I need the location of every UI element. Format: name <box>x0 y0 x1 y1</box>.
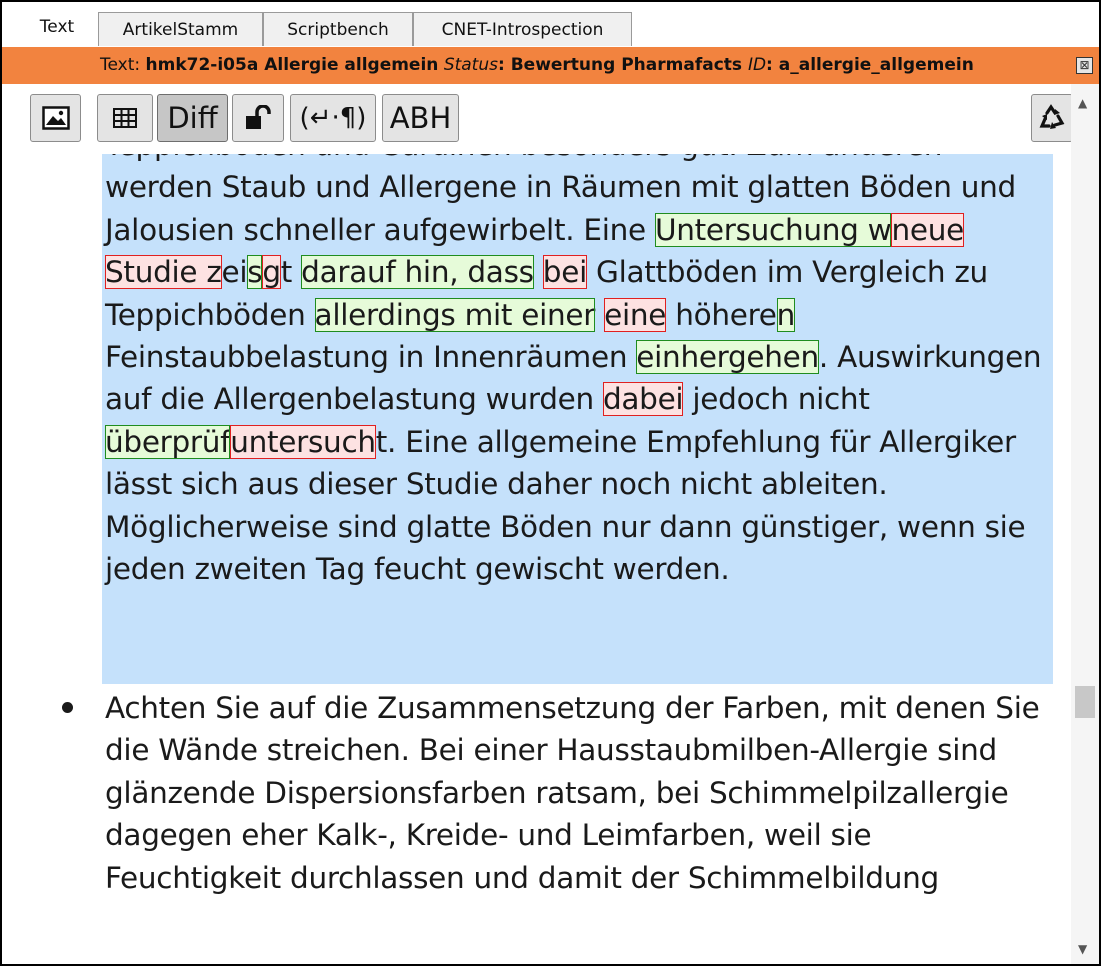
inserted-text: s <box>247 255 263 290</box>
paragraph-diff[interactable]: Teppichböden und Gardinen besonders gut.… <box>105 154 1053 590</box>
deleted-text: g <box>262 255 281 290</box>
inserted-text: n <box>776 297 796 332</box>
status-label: Status <box>443 55 498 75</box>
inserted-text: darauf hin, dass <box>301 255 534 290</box>
status-value: : Bewertung Pharmafacts <box>497 55 748 75</box>
text-run <box>595 298 604 332</box>
text-run: jedoch nicht <box>683 382 870 417</box>
insert-image-button[interactable] <box>30 94 81 142</box>
diff-label: Diff <box>167 101 218 135</box>
pilcrow-label: (↵·¶) <box>299 103 367 133</box>
vertical-scrollbar[interactable]: ▲ ▼ <box>1071 84 1099 964</box>
show-formatting-marks-button[interactable]: (↵·¶) <box>290 94 376 142</box>
inserted-text: einhergehen <box>636 340 819 375</box>
insert-table-button[interactable] <box>97 94 153 142</box>
deleted-text: eine <box>604 297 667 332</box>
text-run <box>534 255 543 289</box>
table-icon <box>113 108 137 128</box>
diff-toggle-button[interactable]: Diff <box>157 94 228 142</box>
inserted-text: überprüf <box>105 424 231 459</box>
lock-open-icon <box>246 105 271 129</box>
tab-bar: Text ArtikelStamm Scriptbench CNET-Intro… <box>2 2 1099 47</box>
text-run: Feinstaubbelastung in Innenräumen <box>105 340 637 375</box>
tab-text[interactable]: Text <box>16 8 98 47</box>
abh-button[interactable]: ABH <box>382 94 459 142</box>
unlock-button[interactable] <box>232 94 284 142</box>
document-status-bar: Text: hmk72-i05a Allergie allgemein Stat… <box>2 47 1099 84</box>
status-line: Text: hmk72-i05a Allergie allgemein Stat… <box>100 47 974 84</box>
scroll-thumb[interactable] <box>1075 686 1095 718</box>
paragraph-farben[interactable]: Achten Sie auf die Zusammensetzung der F… <box>105 687 1053 899</box>
text-editor-window: Text ArtikelStamm Scriptbench CNET-Intro… <box>0 0 1101 966</box>
recycle-icon <box>1039 104 1065 129</box>
document-content[interactable]: Teppichböden und Gardinen besonders gut.… <box>2 154 1070 964</box>
deleted-text: untersuch <box>230 424 376 459</box>
inserted-text: allerdings mit einer <box>314 297 596 332</box>
bullet <box>62 702 73 713</box>
tab-artikelstamm[interactable]: ArtikelStamm <box>98 12 263 46</box>
id-label: ID <box>747 55 767 75</box>
tab-cnet-introspection[interactable]: CNET-Introspection <box>413 12 632 46</box>
text-id: hmk72-i05a Allergie allgemein <box>145 55 439 75</box>
recycle-button[interactable] <box>1031 94 1073 142</box>
scroll-up-icon[interactable]: ▲ <box>1078 96 1087 110</box>
image-icon <box>41 106 70 130</box>
abh-label: ABH <box>389 101 452 135</box>
text-run: höhere <box>666 297 777 332</box>
id-value: : a_allergie_allgemein <box>766 55 974 75</box>
inserted-text: Untersuchung w <box>654 212 892 247</box>
text-run: ei <box>221 255 248 290</box>
text-run: t <box>280 255 302 290</box>
status-prefix: Text: <box>100 55 146 75</box>
deleted-text: bei <box>542 255 587 290</box>
scroll-down-icon[interactable]: ▼ <box>1078 942 1087 956</box>
editor-toolbar: Diff (↵·¶) ABH <box>2 84 1099 154</box>
deleted-text: dabei <box>602 382 684 417</box>
close-icon[interactable]: ⊠ <box>1076 57 1093 74</box>
tab-scriptbench[interactable]: Scriptbench <box>263 12 413 46</box>
